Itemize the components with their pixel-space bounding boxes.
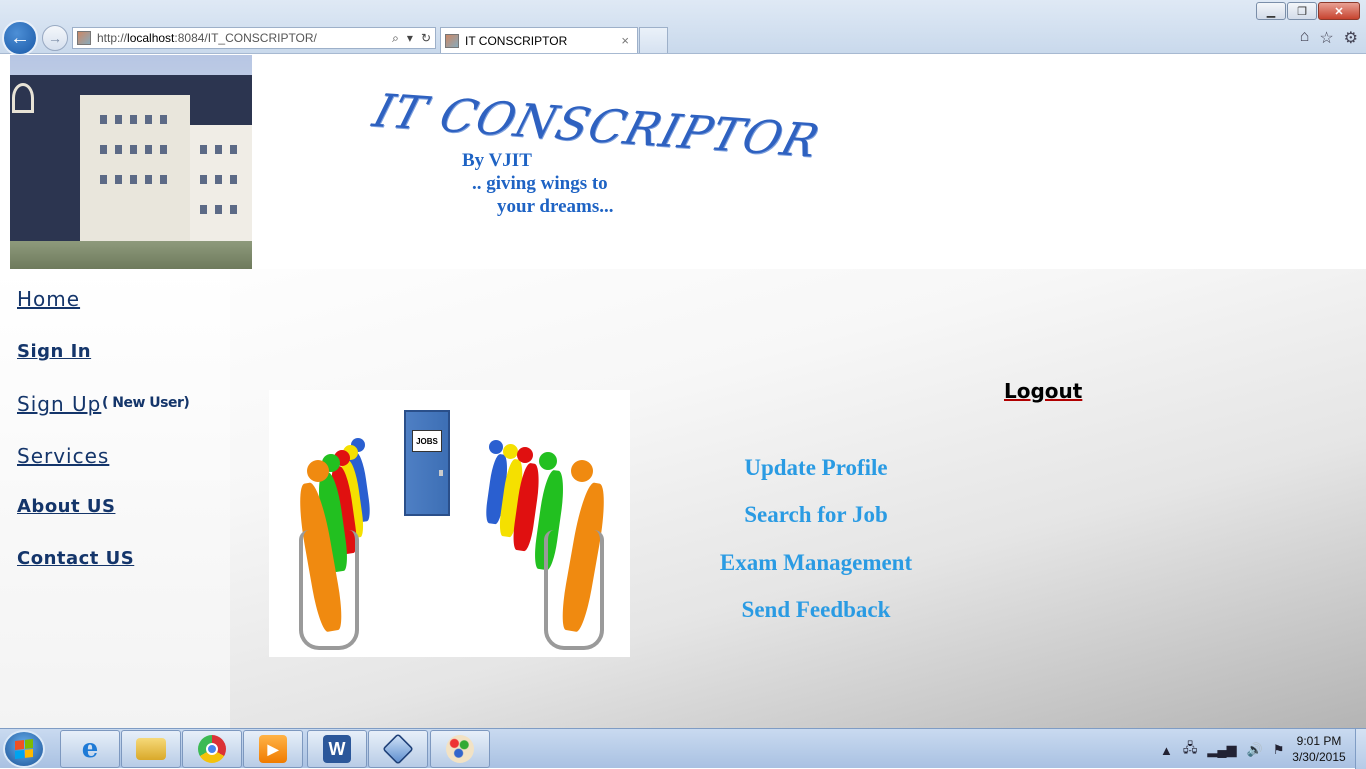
taskbar-file-explorer[interactable] xyxy=(121,730,181,768)
forward-arrow-icon: → xyxy=(48,30,62,46)
refresh-icon[interactable]: ↻ xyxy=(421,31,431,46)
dropdown-arrow-icon[interactable]: ▾ xyxy=(407,31,413,46)
taskbar-virtualbox[interactable] xyxy=(368,730,428,768)
tab-title: IT CONSCRIPTOR xyxy=(465,33,568,48)
show-desktop-button[interactable] xyxy=(1355,729,1366,769)
url-path: :8084/IT_CONSCRIPTOR/ xyxy=(174,31,317,45)
new-tab-button[interactable] xyxy=(639,27,668,53)
logout-link[interactable]: Logout xyxy=(1004,379,1082,403)
restore-button[interactable]: ❐ xyxy=(1287,2,1317,20)
windows-taskbar: e ▶ W ▲ 🖧 ▂▄▆ 🔊 ⚑ 9:01 PM 3/30/2015 xyxy=(0,728,1366,769)
tagline-dreams: your dreams... xyxy=(497,196,614,217)
update-profile-link[interactable]: Update Profile xyxy=(666,455,966,481)
url-prefix: http:// xyxy=(97,31,128,45)
site-logo: IT CONSCRIPTOR xyxy=(367,83,826,168)
send-feedback-link[interactable]: Send Feedback xyxy=(666,597,966,623)
jobs-sign: JOBS xyxy=(412,430,442,452)
tab-favicon-icon xyxy=(445,33,459,48)
close-button[interactable]: ✕ xyxy=(1318,2,1360,20)
tagline-wings: .. giving wings to xyxy=(472,173,608,194)
tagline-by: By VJIT xyxy=(462,150,532,171)
windows-logo-icon xyxy=(15,739,33,759)
start-button[interactable] xyxy=(3,730,45,768)
sidebar-item-about-us[interactable]: About US xyxy=(17,496,115,517)
address-bar[interactable]: http://localhost:8084/IT_CONSCRIPTOR/ ⌕ … xyxy=(72,27,436,49)
word-icon: W xyxy=(323,735,351,763)
taskbar-chrome[interactable] xyxy=(182,730,242,768)
url-host: localhost xyxy=(127,31,175,45)
window-controls: ▁ ❐ ✕ xyxy=(1255,2,1360,20)
site-header: IT CONSCRIPTOR By VJIT .. giving wings t… xyxy=(0,55,1366,269)
taskbar-media-player[interactable]: ▶ xyxy=(243,730,303,768)
action-center-flag-icon[interactable]: ⚑ xyxy=(1273,742,1285,758)
settings-gear-icon[interactable]: ⚙ xyxy=(1344,28,1358,48)
show-hidden-icons-arrow-icon[interactable]: ▲ xyxy=(1160,743,1173,758)
browser-tools: ⌂ ☆ ⚙ xyxy=(1300,28,1358,48)
volume-speaker-icon[interactable]: 🔊 xyxy=(1247,742,1263,758)
tab-close-icon[interactable]: × xyxy=(621,33,629,48)
page-content: IT CONSCRIPTOR By VJIT .. giving wings t… xyxy=(0,55,1366,728)
search-icon[interactable]: ⌕ xyxy=(392,31,399,46)
forward-button[interactable]: → xyxy=(42,25,68,51)
back-button[interactable]: ← xyxy=(2,20,38,56)
chrome-icon xyxy=(198,735,226,763)
sidebar-item-services[interactable]: Services xyxy=(17,444,109,468)
tab-it-conscriptor[interactable]: IT CONSCRIPTOR × xyxy=(440,27,638,53)
college-building-image xyxy=(10,55,252,269)
sidebar-nav: Home Sign In Sign Up ( New User) Service… xyxy=(0,269,230,728)
network-adapter-icon[interactable]: 🖧 xyxy=(1183,739,1198,761)
media-player-icon: ▶ xyxy=(259,735,287,763)
signal-bars-icon[interactable]: ▂▄▆ xyxy=(1207,742,1236,758)
exam-management-link[interactable]: Exam Management xyxy=(666,550,966,576)
minimize-button[interactable]: ▁ xyxy=(1256,2,1286,20)
sidebar-item-sign-in[interactable]: Sign In xyxy=(17,341,91,362)
main-area: Home Sign In Sign Up ( New User) Service… xyxy=(0,269,1366,728)
home-icon[interactable]: ⌂ xyxy=(1300,28,1310,48)
folder-icon xyxy=(136,738,166,760)
sidebar-item-contact-us[interactable]: Contact US xyxy=(17,548,134,569)
job-seekers-illustration: JOBS xyxy=(269,390,630,657)
jobs-door: JOBS xyxy=(404,410,450,516)
paint-palette-icon xyxy=(446,735,474,763)
back-arrow-icon: ← xyxy=(10,26,30,49)
new-user-note: ( New User) xyxy=(102,395,190,411)
taskbar-word[interactable]: W xyxy=(307,730,367,768)
clock-date: 3/30/2015 xyxy=(1292,750,1346,764)
taskbar-internet-explorer[interactable]: e xyxy=(60,730,120,768)
taskbar-clock[interactable]: 9:01 PM 3/30/2015 xyxy=(1284,733,1354,765)
site-favicon-icon xyxy=(77,31,91,45)
favorites-star-icon[interactable]: ☆ xyxy=(1319,28,1333,48)
search-for-job-link[interactable]: Search for Job xyxy=(666,502,966,528)
virtualbox-cube-icon xyxy=(382,733,414,765)
sidebar-item-sign-up[interactable]: Sign Up xyxy=(17,392,101,416)
internet-explorer-icon: e xyxy=(81,734,99,764)
sidebar-item-home[interactable]: Home xyxy=(17,287,80,311)
clock-time: 9:01 PM xyxy=(1296,734,1342,748)
system-tray: ▲ 🖧 ▂▄▆ 🔊 ⚑ xyxy=(1160,739,1284,761)
browser-chrome: ▁ ❐ ✕ ← → http://localhost:8084/IT_CONSC… xyxy=(0,0,1366,56)
taskbar-paint[interactable] xyxy=(430,730,490,768)
